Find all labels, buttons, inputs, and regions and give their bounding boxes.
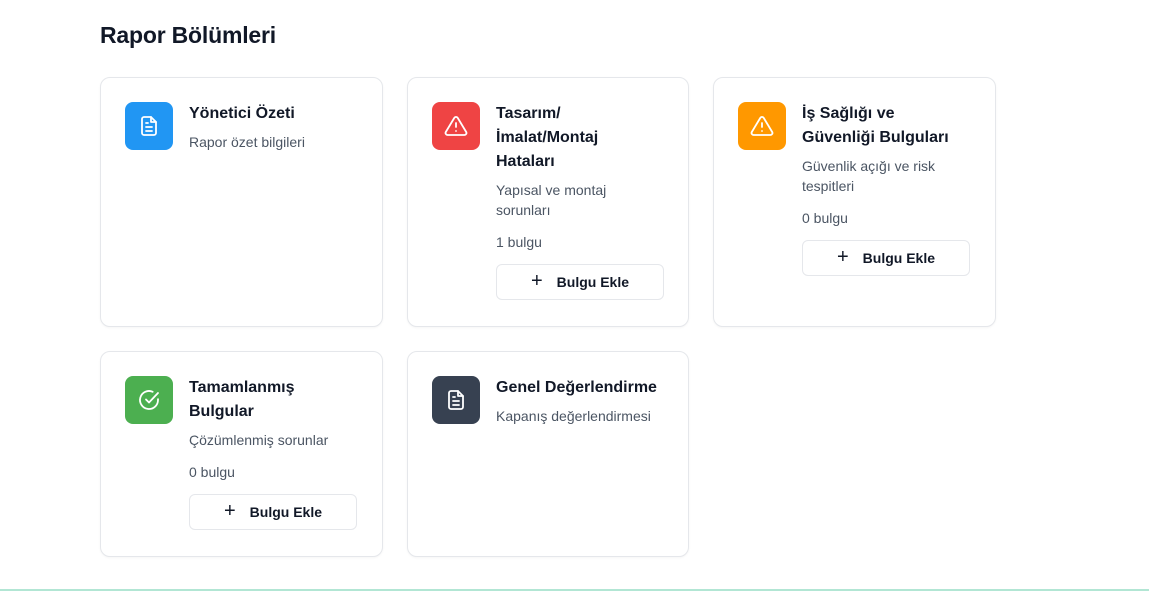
card-title: İş Sağlığı ve Güvenliği Bulguları: [802, 105, 949, 146]
card-title: Genel Değerlendirme: [496, 379, 657, 396]
add-finding-label: Bulgu Ekle: [556, 274, 630, 290]
plus-icon: +: [223, 500, 236, 522]
card-title: Tasarım/ İmalat/Montaj Hataları: [496, 105, 599, 170]
card-executive-summary[interactable]: Yönetici Özeti Rapor özet bilgileri: [100, 77, 383, 327]
add-finding-button[interactable]: + Bulgu Ekle: [802, 240, 970, 276]
add-finding-button[interactable]: + Bulgu Ekle: [496, 264, 664, 300]
add-finding-label: Bulgu Ekle: [862, 250, 936, 266]
card-description: Güvenlik açığı ve risk tespitleri: [802, 158, 936, 194]
report-page: Rapor Bölümleri Yönetici Özeti Rapor öze…: [0, 0, 1149, 592]
bottom-divider: [0, 589, 1149, 591]
plus-icon: +: [836, 246, 849, 268]
finding-count: 0 bulgu: [189, 464, 235, 480]
add-finding-button[interactable]: + Bulgu Ekle: [189, 494, 357, 530]
add-finding-label: Bulgu Ekle: [249, 504, 323, 520]
card-health-safety[interactable]: İş Sağlığı ve Güvenliği Bulguları Güvenl…: [713, 77, 996, 327]
card-title: Tamamlanmış Bulgular: [189, 379, 295, 420]
card-general-evaluation[interactable]: Genel Değerlendirme Kapanış değerlendirm…: [407, 351, 689, 557]
card-design-errors[interactable]: Tasarım/ İmalat/Montaj Hataları Yapısal …: [407, 77, 689, 327]
plus-icon: +: [530, 270, 543, 292]
document-icon: [432, 376, 480, 424]
warning-icon: [432, 102, 480, 150]
section-title: Rapor Bölümleri: [100, 22, 276, 48]
card-description: Çözümlenmiş sorunlar: [189, 432, 329, 448]
check-circle-icon: [125, 376, 173, 424]
finding-count: 0 bulgu: [802, 210, 848, 226]
card-completed-findings[interactable]: Tamamlanmış Bulgular Çözümlenmiş sorunla…: [100, 351, 383, 557]
card-description: Yapısal ve montaj sorunları: [496, 182, 607, 218]
card-description: Kapanış değerlendirmesi: [496, 408, 651, 424]
document-icon: [125, 102, 173, 150]
finding-count: 1 bulgu: [496, 234, 542, 250]
card-description: Rapor özet bilgileri: [189, 134, 305, 150]
card-title: Yönetici Özeti: [189, 105, 295, 122]
warning-icon: [738, 102, 786, 150]
